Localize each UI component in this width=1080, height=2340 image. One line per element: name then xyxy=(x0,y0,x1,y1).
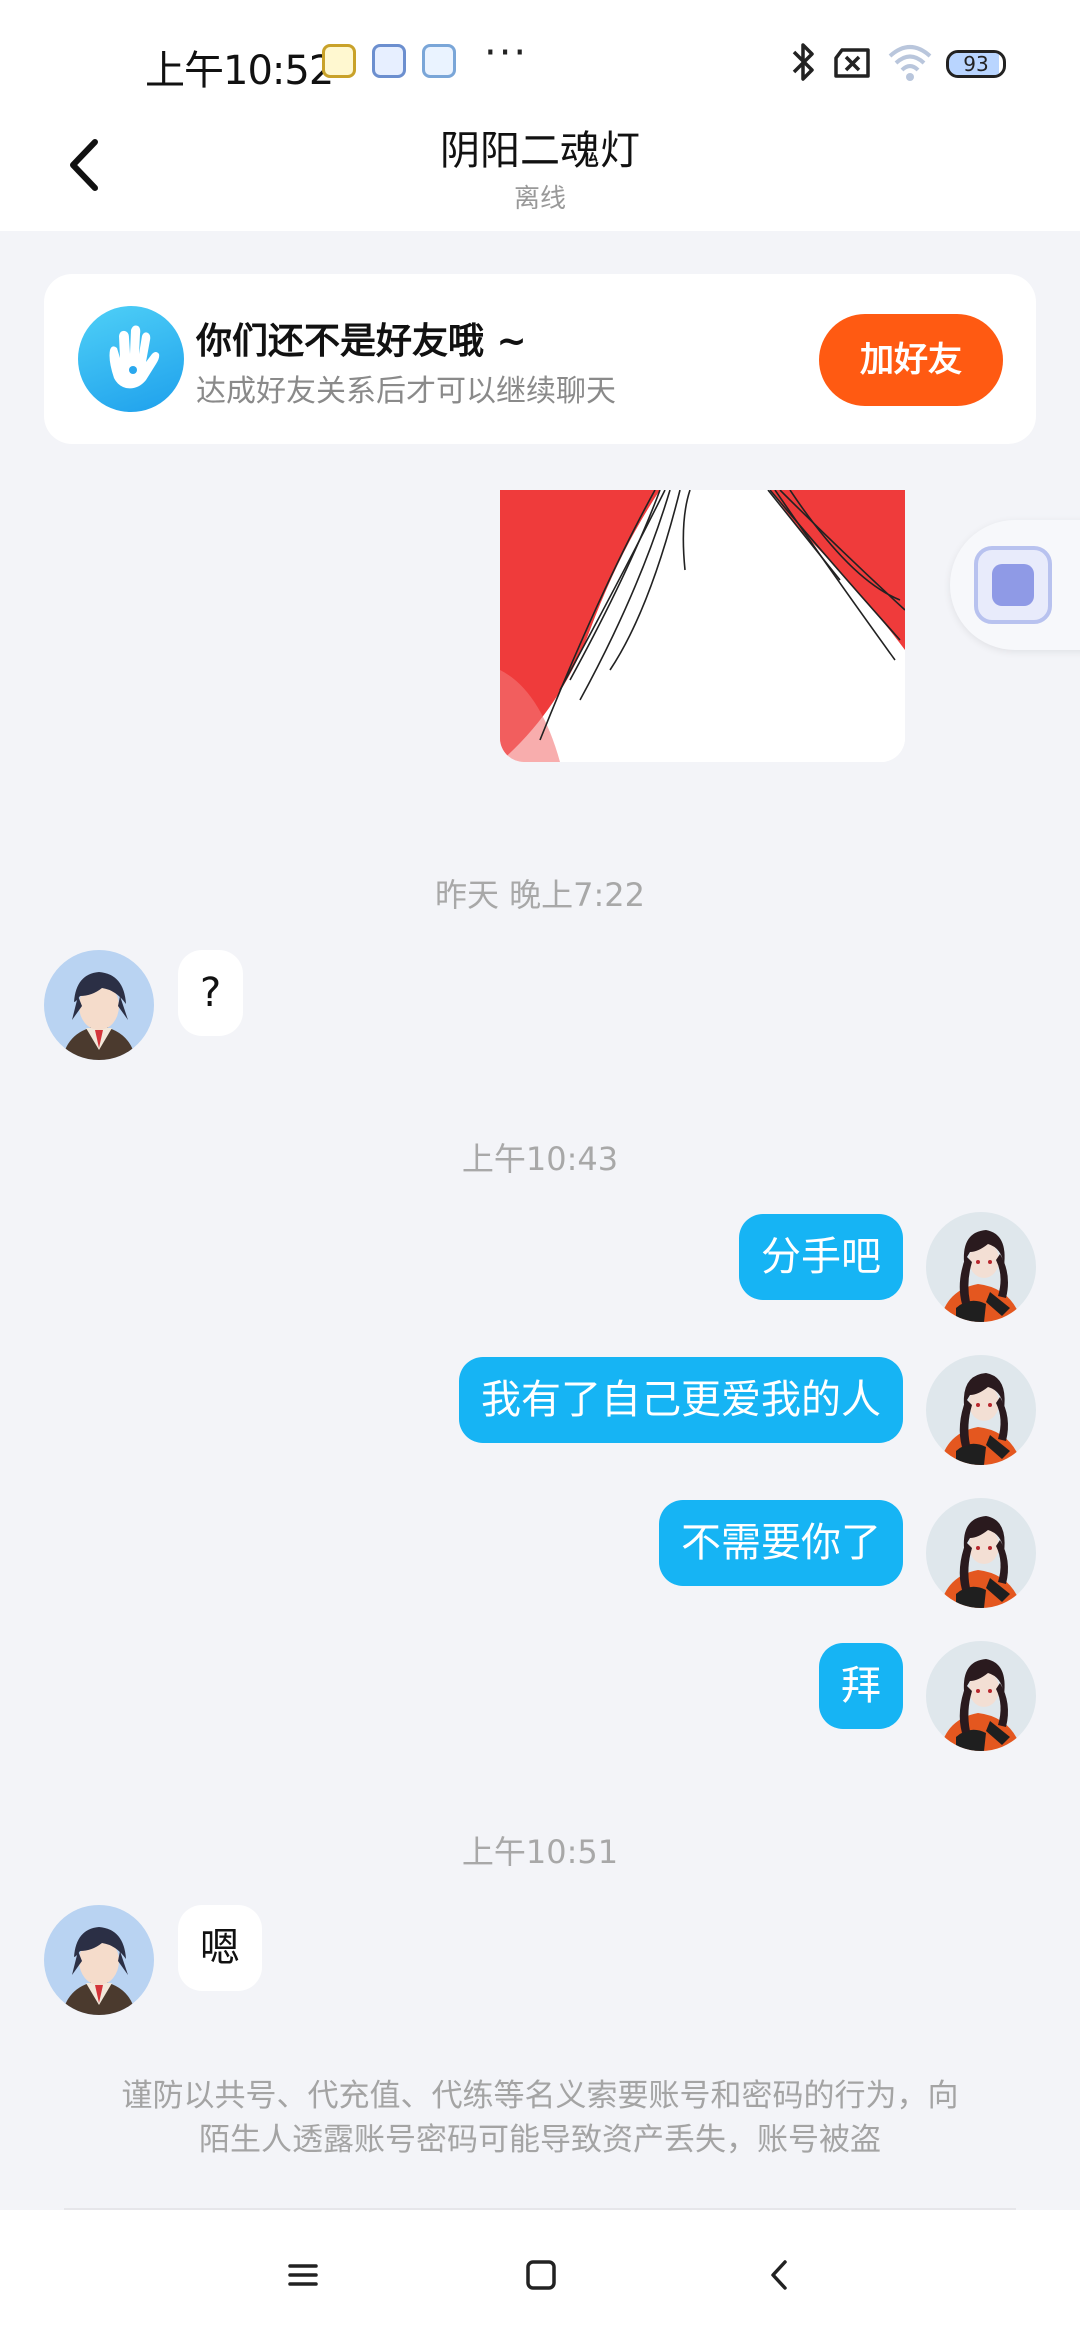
message-timestamp: 昨天 晚上7:22 xyxy=(434,876,646,914)
outgoing-message[interactable]: 拜 xyxy=(819,1643,903,1729)
battery-indicator: 93 xyxy=(946,50,1006,78)
security-warning-line: 谨防以共号、代充值、代练等名义索要账号和密码的行为，向 xyxy=(121,2078,959,2114)
banner-title: 你们还不是好友哦 ~ xyxy=(196,321,527,362)
bluetooth-icon xyxy=(792,43,814,81)
battery-percent: 93 xyxy=(963,52,989,76)
drawing-image xyxy=(500,490,905,762)
wave-hand-icon xyxy=(78,306,184,412)
online-status: 离线 xyxy=(513,184,566,214)
not-friends-banner: 你们还不是好友哦 ~ 达成好友关系后才可以继续聊天 加好友 xyxy=(44,274,1036,444)
contact-avatar[interactable] xyxy=(44,950,154,1060)
outgoing-message[interactable]: 分手吧 xyxy=(739,1214,903,1300)
contact-avatar[interactable] xyxy=(44,1905,154,2015)
more-notifications-icon: ··· xyxy=(484,30,529,76)
image-message[interactable] xyxy=(500,490,905,762)
outgoing-message[interactable]: 不需要你了 xyxy=(659,1500,903,1586)
add-friend-button[interactable]: 加好友 xyxy=(819,314,1003,406)
incoming-message[interactable]: ? xyxy=(178,950,244,1036)
notification-app-icon xyxy=(322,44,356,78)
my-avatar[interactable] xyxy=(926,1355,1036,1465)
voice-room-icon xyxy=(974,546,1052,624)
message-timestamp: 上午10:43 xyxy=(461,1140,619,1178)
nav-back-icon[interactable] xyxy=(755,2250,805,2300)
status-bar: 上午10:52 ··· 93 xyxy=(0,0,1080,125)
security-warning: 谨防以共号、代充值、代练等名义索要账号和密码的行为，向 陌生人透露账号密码可能导… xyxy=(80,2074,1000,2162)
banner-description: 达成好友关系后才可以继续聊天 xyxy=(196,374,616,409)
menu-icon[interactable] xyxy=(278,2250,328,2300)
home-square-icon[interactable] xyxy=(516,2250,566,2300)
my-avatar[interactable] xyxy=(926,1641,1036,1751)
my-avatar[interactable] xyxy=(926,1212,1036,1322)
chat-title[interactable]: 阴阳二魂灯 xyxy=(0,118,1080,176)
no-sim-icon xyxy=(834,48,870,78)
outgoing-message[interactable]: 我有了自己更爱我的人 xyxy=(459,1357,903,1443)
status-time: 上午10:52 xyxy=(145,48,334,94)
system-navigation-bar xyxy=(0,2210,1080,2340)
floating-voice-widget[interactable] xyxy=(950,520,1080,650)
notification-app-icon xyxy=(372,44,406,78)
notification-app-icon xyxy=(422,44,456,78)
incoming-message[interactable]: 嗯 xyxy=(178,1905,262,1991)
wifi-icon xyxy=(888,45,932,81)
my-avatar[interactable] xyxy=(926,1498,1036,1608)
message-timestamp: 上午10:51 xyxy=(461,1833,619,1871)
security-warning-line: 陌生人透露账号密码可能导致资产丢失，账号被盗 xyxy=(199,2122,881,2158)
